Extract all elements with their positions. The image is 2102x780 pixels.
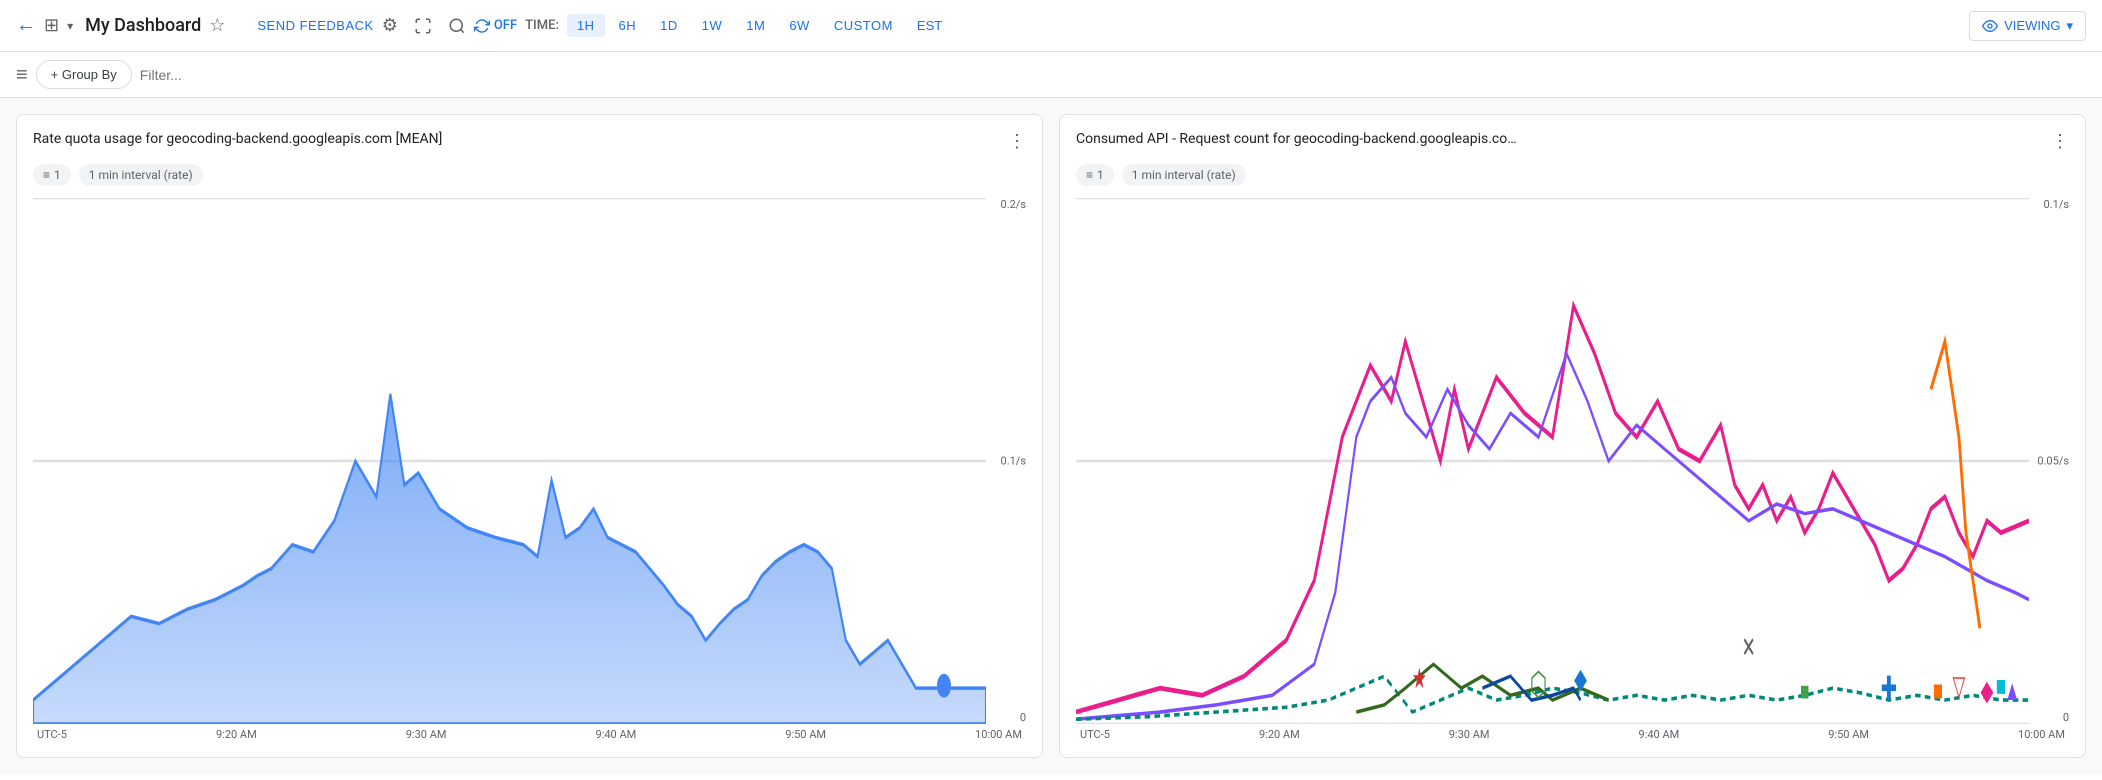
svg-text:◆: ◆ xyxy=(1980,673,1994,707)
chart-2-y-bottom: 0 xyxy=(2063,711,2069,724)
chart-2-x-labels: UTC-5 9:20 AM 9:30 AM 9:40 AM 9:50 AM 10… xyxy=(1076,728,2069,741)
chart-card-1: Rate quota usage for geocoding-backend.g… xyxy=(16,114,1043,758)
grid-icon[interactable]: ⊞ xyxy=(44,15,59,36)
main-content: Rate quota usage for geocoding-backend.g… xyxy=(0,98,2102,774)
chart-2-svg: ★ ⬡ ◆ ✕ ■ ✚ ■ ▽ ◆ ■ ▲ xyxy=(1076,198,2069,724)
star-icon[interactable]: ☆ xyxy=(209,15,225,36)
menu-icon[interactable]: ≡ xyxy=(16,62,28,87)
chart-2-title: Consumed API - Request count for geocodi… xyxy=(1076,131,1517,147)
x-label-940: 9:40 AM xyxy=(596,728,637,741)
settings-icon[interactable]: ⚙ xyxy=(382,15,398,36)
time-label: TIME: xyxy=(525,18,559,33)
x-label-utc: UTC-5 xyxy=(37,728,67,741)
card-2-tags: ≡ 1 1 min interval (rate) xyxy=(1076,164,2069,186)
time-section: TIME: 1H 6H 1D 1W 1M 6W CUSTOM EST xyxy=(525,14,952,37)
time-button-6h[interactable]: 6H xyxy=(609,14,647,37)
group-by-button[interactable]: + Group By xyxy=(36,60,132,89)
chart-1-y-bottom: 0 xyxy=(1020,711,1026,724)
svg-text:✕: ✕ xyxy=(1742,630,1756,664)
back-icon: ← xyxy=(16,14,36,37)
filter-count-2: 1 xyxy=(1097,168,1104,182)
svg-text:⬡: ⬡ xyxy=(1530,665,1547,704)
x2-label-920: 9:20 AM xyxy=(1259,728,1300,741)
viewing-dropdown-icon: ▾ xyxy=(2066,18,2073,34)
svg-text:★: ★ xyxy=(1412,661,1427,695)
filter-icon-2: ≡ xyxy=(1086,168,1093,182)
x-label-950: 9:50 AM xyxy=(785,728,826,741)
svg-text:▽: ▽ xyxy=(1952,668,1966,702)
x2-label-950: 9:50 AM xyxy=(1828,728,1869,741)
interval-label-2: 1 min interval (rate) xyxy=(1132,168,1236,182)
x-label-920: 9:20 AM xyxy=(216,728,257,741)
x2-label-utc: UTC-5 xyxy=(1080,728,1110,741)
svg-text:■: ■ xyxy=(1933,673,1943,707)
search-icon[interactable] xyxy=(448,17,466,35)
svg-text:■: ■ xyxy=(1800,677,1809,708)
filter-icon: ≡ xyxy=(43,168,50,182)
viewing-label: VIEWING xyxy=(2004,18,2060,33)
chart-1-y-top: 0.2/s xyxy=(1001,198,1026,211)
chart-1-title: Rate quota usage for geocoding-backend.g… xyxy=(33,131,442,147)
card-1-tags: ≡ 1 1 min interval (rate) xyxy=(33,164,1026,186)
time-button-1d[interactable]: 1D xyxy=(650,14,688,37)
card-1-header: Rate quota usage for geocoding-backend.g… xyxy=(33,131,1026,152)
x2-label-1000: 10:00 AM xyxy=(2018,728,2065,741)
chart-2-tag-interval[interactable]: 1 min interval (rate) xyxy=(1122,164,1246,186)
header-left: ← ⊞ ▾ My Dashboard ☆ SEND FEEDBACK ⚙ OFF xyxy=(16,14,1961,37)
dropdown-arrow-icon[interactable]: ▾ xyxy=(67,19,73,33)
back-button[interactable]: ← xyxy=(16,14,36,37)
viewing-button[interactable]: VIEWING ▾ xyxy=(1969,11,2086,41)
interval-label: 1 min interval (rate) xyxy=(89,168,193,182)
chart-1-svg xyxy=(33,198,1026,724)
chart-2-tag-filter[interactable]: ≡ 1 xyxy=(1076,164,1114,186)
chart-1-more-icon[interactable]: ⋮ xyxy=(1008,131,1026,152)
svg-text:▲: ▲ xyxy=(2004,673,2021,707)
group-by-label: + Group By xyxy=(51,67,117,82)
timezone-button[interactable]: EST xyxy=(907,14,952,37)
refresh-button[interactable]: OFF xyxy=(474,18,517,34)
filter-count: 1 xyxy=(54,168,61,182)
x-label-930: 9:30 AM xyxy=(406,728,447,741)
toolbar: ≡ + Group By xyxy=(0,52,2102,98)
time-button-custom[interactable]: CUSTOM xyxy=(824,14,903,37)
chart-2-y-mid: 0.05/s xyxy=(2037,455,2069,468)
header-icons: ⚙ xyxy=(382,15,466,36)
x2-label-930: 9:30 AM xyxy=(1449,728,1490,741)
dashboard-title: My Dashboard xyxy=(85,15,201,36)
chart-2-area: 0.1/s 0.05/s 0 xyxy=(1076,198,2069,724)
time-button-6w[interactable]: 6W xyxy=(779,14,820,37)
chart-2-more-icon[interactable]: ⋮ xyxy=(2051,131,2069,152)
fullscreen-icon[interactable] xyxy=(414,17,432,35)
filter-input[interactable] xyxy=(140,67,2086,83)
send-feedback-button[interactable]: SEND FEEDBACK xyxy=(257,18,373,33)
chart-1-area: 0.2/s 0.1/s 0 xyxy=(33,198,1026,724)
x-label-1000: 10:00 AM xyxy=(975,728,1022,741)
chart-1-x-labels: UTC-5 9:20 AM 9:30 AM 9:40 AM 9:50 AM 10… xyxy=(33,728,1026,741)
chart-1-tag-interval[interactable]: 1 min interval (rate) xyxy=(79,164,203,186)
chart-2-y-top: 0.1/s xyxy=(2044,198,2069,211)
time-button-1h[interactable]: 1H xyxy=(567,14,605,37)
time-button-1w[interactable]: 1W xyxy=(692,14,733,37)
svg-text:✚: ✚ xyxy=(1881,670,1897,709)
header: ← ⊞ ▾ My Dashboard ☆ SEND FEEDBACK ⚙ OFF xyxy=(0,0,2102,52)
chart-card-2: Consumed API - Request count for geocodi… xyxy=(1059,114,2086,758)
x2-label-940: 9:40 AM xyxy=(1639,728,1680,741)
chart-1-y-mid: 0.1/s xyxy=(1001,455,1026,468)
refresh-label: OFF xyxy=(494,18,517,33)
chart-1-tag-filter[interactable]: ≡ 1 xyxy=(33,164,71,186)
time-button-1m[interactable]: 1M xyxy=(736,14,775,37)
card-2-header: Consumed API - Request count for geocodi… xyxy=(1076,131,2069,152)
svg-text:◆: ◆ xyxy=(1574,661,1588,695)
